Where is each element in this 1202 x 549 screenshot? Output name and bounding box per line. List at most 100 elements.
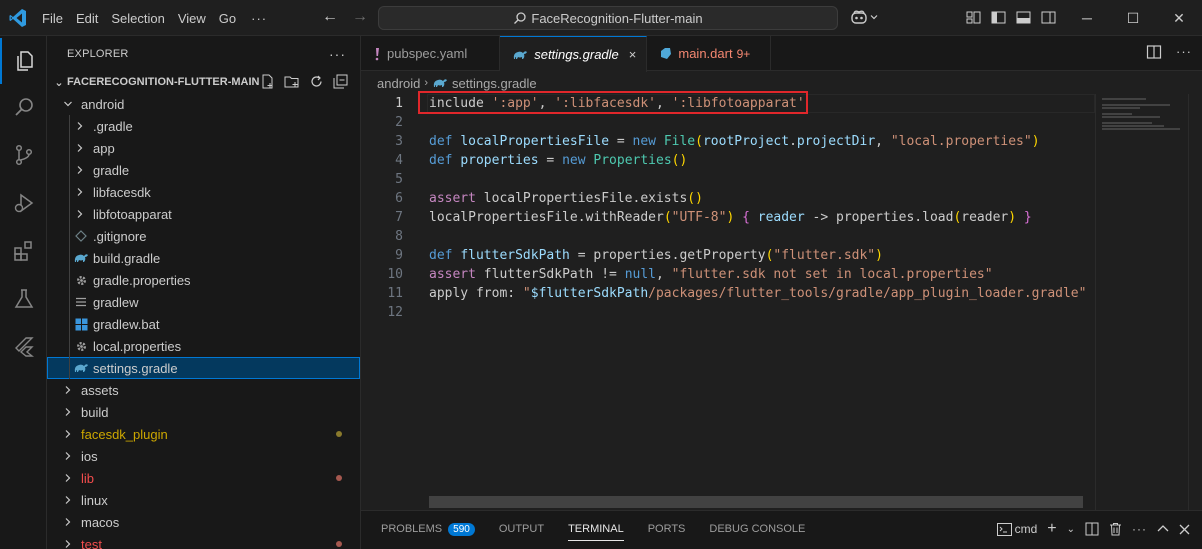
minimap-line (1102, 122, 1152, 124)
more-actions-icon[interactable]: ··· (1176, 44, 1192, 60)
tree-folder[interactable]: assets (47, 379, 360, 401)
close-tab-icon[interactable]: × (629, 47, 637, 62)
menu-file[interactable]: File (42, 11, 63, 26)
panel-tab-ports[interactable]: PORTS (648, 511, 686, 547)
tree-folder[interactable]: linux (47, 489, 360, 511)
close-icon[interactable]: ✕ (1156, 0, 1202, 36)
tree-folder[interactable]: build (47, 401, 360, 423)
tree-file[interactable]: gradlew (47, 291, 360, 313)
tree-folder[interactable]: test (47, 533, 360, 549)
tree-file[interactable]: settings.gradle (47, 357, 360, 379)
explorer-more-button[interactable]: ··· (329, 46, 346, 62)
tree-file[interactable]: local.properties (47, 335, 360, 357)
tree-file[interactable]: build.gradle (47, 247, 360, 269)
search-activity-icon[interactable] (0, 84, 47, 130)
forward-arrow-icon[interactable]: → (352, 8, 368, 26)
code-token: apply from: (429, 286, 523, 301)
tree-folder[interactable]: lib (47, 467, 360, 489)
code-token: rootProject (702, 134, 790, 149)
new-folder-icon[interactable] (284, 74, 300, 89)
explorer-activity-icon[interactable] (0, 38, 47, 84)
source-control-icon[interactable] (0, 132, 47, 178)
code-token: reader (961, 210, 1009, 225)
tab-pubspec-yaml[interactable]: pubspec.yaml (361, 36, 501, 71)
minimap[interactable] (1095, 94, 1188, 510)
customize-layout-icon[interactable] (966, 10, 981, 25)
tree-folder[interactable]: libfacesdk (47, 181, 360, 203)
extensions-icon[interactable] (0, 228, 47, 274)
chevron-down-icon[interactable]: ⌄ (1067, 524, 1075, 535)
refresh-icon[interactable] (309, 74, 324, 89)
tree-folder[interactable]: macos (47, 511, 360, 533)
code-token: ( (663, 210, 672, 225)
tree-folder[interactable]: ios (47, 445, 360, 467)
code-token: assert (429, 267, 484, 282)
tree-folder[interactable]: facesdk_plugin (47, 423, 360, 445)
minimap-line (1102, 107, 1140, 109)
flutter-icon[interactable] (0, 324, 47, 370)
horizontal-scrollbar[interactable] (429, 496, 1083, 508)
copilot-button[interactable] (850, 9, 878, 25)
tree-folder[interactable]: android (47, 93, 360, 115)
tree-file[interactable]: .gitignore (47, 225, 360, 247)
code-editor[interactable]: 1 include ':app', ':libfacesdk', ':libfot… (361, 91, 1202, 510)
tree-folder[interactable]: libfotoapparat (47, 203, 360, 225)
tree-folder[interactable]: .gradle (47, 115, 360, 137)
indent-guide (69, 269, 70, 291)
minimize-icon[interactable]: ─ (1064, 0, 1110, 36)
panel-tab-label: TERMINAL (568, 523, 624, 535)
close-panel-icon[interactable] (1179, 524, 1190, 535)
more-actions-icon[interactable]: ··· (1132, 522, 1147, 536)
new-terminal-icon[interactable]: + (1047, 520, 1056, 538)
toggle-panel-icon[interactable] (1016, 10, 1031, 25)
menu-selection[interactable]: Selection (111, 11, 164, 26)
tree-file[interactable]: gradlew.bat (47, 313, 360, 335)
tab-main-dart[interactable]: main.dart 9+ (647, 36, 772, 71)
maximize-panel-icon[interactable] (1157, 524, 1169, 534)
new-file-icon[interactable] (260, 74, 275, 89)
command-center-search[interactable]: FaceRecognition-Flutter-main (378, 6, 838, 30)
split-terminal-icon[interactable] (1085, 522, 1099, 536)
back-arrow-icon[interactable]: ← (322, 8, 338, 26)
project-root[interactable]: ⌄ FACERECOGNITION-FLUTTER-MAIN (47, 71, 360, 93)
testing-flask-icon[interactable] (0, 276, 47, 322)
indent-guide (69, 203, 70, 225)
code-token: properties (460, 153, 539, 168)
tree-item-label: android (81, 96, 125, 112)
line-number: 8 (395, 229, 403, 244)
breadcrumb-file[interactable]: settings.gradle (452, 76, 537, 91)
menu-go[interactable]: Go (219, 11, 236, 26)
vertical-scrollbar[interactable] (1188, 94, 1202, 510)
tree-file[interactable]: gradle.properties (47, 269, 360, 291)
run-debug-icon[interactable] (0, 180, 47, 226)
panel-tab-debug-console[interactable]: DEBUG CONSOLE (709, 511, 805, 547)
maximize-icon[interactable]: ☐ (1110, 0, 1156, 36)
toggle-primary-sidebar-icon[interactable] (991, 10, 1006, 25)
tab-settings-gradle[interactable]: settings.gradle × (500, 36, 648, 72)
toggle-secondary-sidebar-icon[interactable] (1041, 10, 1056, 25)
breadcrumb-folder[interactable]: android (377, 76, 420, 91)
code-token: . (789, 134, 797, 149)
menu-more-button[interactable]: ··· (251, 11, 267, 26)
code-line: 3 def localPropertiesFile = new File(root… (361, 132, 1091, 151)
split-editor-icon[interactable] (1146, 44, 1162, 60)
red-highlight-box (418, 91, 808, 114)
indent-guide (69, 181, 70, 203)
panel-tab-output[interactable]: OUTPUT (499, 511, 544, 547)
search-icon (514, 12, 527, 24)
tree-folder[interactable]: gradle (47, 159, 360, 181)
panel-tab-problems[interactable]: PROBLEMS 590 (381, 511, 475, 547)
line-number: 12 (387, 305, 403, 320)
menu-view[interactable]: View (178, 11, 206, 26)
trash-icon[interactable] (1109, 522, 1122, 536)
tree-folder[interactable]: app (47, 137, 360, 159)
tree-item-label: build (81, 404, 109, 420)
menu-edit[interactable]: Edit (76, 11, 98, 26)
panel-tab-terminal[interactable]: TERMINAL (568, 511, 624, 547)
terminal-selector[interactable]: cmd (996, 522, 1037, 536)
indent-guide (69, 335, 70, 357)
code-token: new (632, 134, 664, 149)
collapse-all-icon[interactable] (333, 74, 348, 89)
dart-icon (659, 47, 672, 60)
code-line: 1 include ':app', ':libfacesdk', ':libfot… (361, 91, 1095, 114)
